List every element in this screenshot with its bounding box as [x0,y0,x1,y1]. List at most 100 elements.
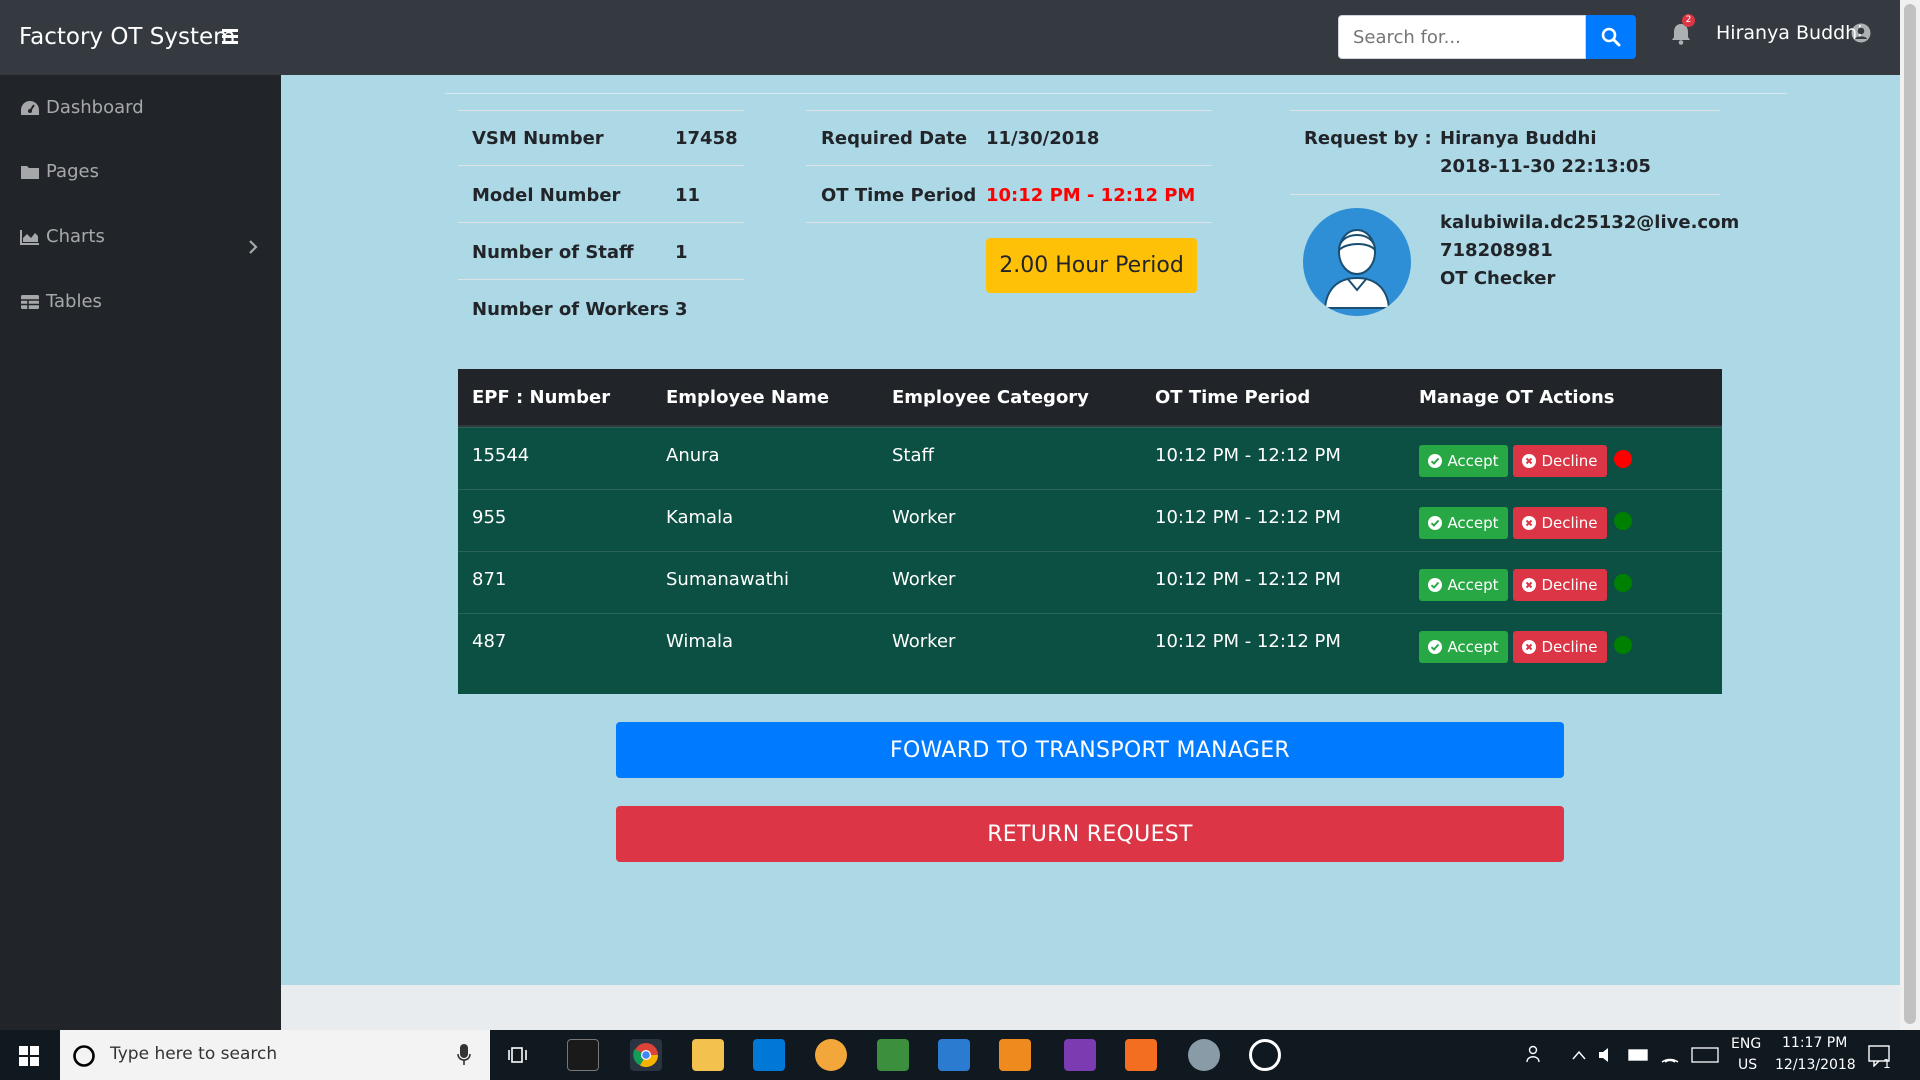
accept-label: Accept [1447,638,1499,656]
file-explorer-app-icon[interactable] [692,1039,724,1071]
check-circle-icon [1428,640,1443,654]
action-center-count: 1 [1883,1057,1891,1071]
people-icon[interactable] [1525,1044,1545,1064]
sidebar-item-dashboard[interactable]: Dashboard [20,97,144,118]
language-region[interactable]: US [1738,1057,1757,1073]
vsm-label: VSM Number [472,128,604,149]
check-circle-icon [1428,454,1443,468]
utility-app-icon[interactable] [1188,1039,1220,1071]
table-row: 871 Sumanawathi Worker 10:12 PM - 12:12 … [458,551,1722,613]
sidebar-item-tables[interactable]: Tables [20,291,102,312]
ot-period-label: OT Time Period [821,185,977,206]
task-view-icon[interactable] [508,1044,530,1066]
forward-to-transport-button[interactable]: FOWARD TO TRANSPORT MANAGER [616,722,1564,778]
page-scrollbar[interactable] [1900,0,1920,1030]
accept-label: Accept [1447,576,1499,594]
divider [458,222,744,223]
language-code[interactable]: ENG [1731,1036,1761,1052]
divider [1290,194,1720,195]
volume-icon[interactable] [1598,1046,1618,1064]
cell-period: 10:12 PM - 12:12 PM [1155,631,1341,652]
cell-period: 10:12 PM - 12:12 PM [1155,445,1341,466]
accept-button[interactable]: Accept [1419,507,1508,539]
return-request-button[interactable]: RETURN REQUEST [616,806,1564,862]
cortana-icon [73,1045,95,1067]
requester-phone: 718208981 [1440,240,1553,261]
cell-name: Anura [666,445,720,466]
clock-time[interactable]: 11:17 PM [1782,1035,1847,1051]
sublime-app-icon[interactable] [999,1039,1031,1071]
chevron-right-icon[interactable] [248,240,258,254]
decline-button[interactable]: Decline [1513,445,1607,477]
paint-app-icon[interactable] [815,1039,847,1071]
wifi-icon[interactable] [1660,1046,1680,1064]
search-icon [1601,27,1621,47]
sidebar-toggle-icon[interactable] [222,29,238,44]
cell-period: 10:12 PM - 12:12 PM [1155,507,1341,528]
decline-label: Decline [1541,514,1598,532]
groove-app-icon[interactable] [1249,1039,1281,1071]
chrome-app-icon[interactable] [630,1039,662,1071]
sidebar-item-charts[interactable]: Charts [20,226,105,247]
status-indicator [1614,636,1632,654]
battery-icon[interactable] [1628,1048,1650,1062]
status-indicator [1614,512,1632,530]
search-input[interactable] [1339,16,1585,58]
taskbar-search-placeholder: Type here to search [110,1044,278,1064]
user-menu-name[interactable]: Hiranya Buddhi [1716,22,1863,44]
avatar [1303,208,1411,316]
decline-button[interactable]: Decline [1513,569,1607,601]
table-header: EPF : Number Employee Name Employee Cate… [458,369,1722,427]
required-date-value: 11/30/2018 [986,128,1100,149]
search-field[interactable] [1338,15,1586,59]
accept-button[interactable]: Accept [1419,631,1508,663]
sidebar-item-label: Dashboard [46,97,144,118]
accept-button[interactable]: Accept [1419,569,1508,601]
xampp-app-icon[interactable] [1125,1039,1157,1071]
keyboard-icon[interactable] [1691,1047,1719,1063]
decline-button[interactable]: Decline [1513,631,1607,663]
microphone-icon[interactable] [457,1044,471,1066]
workers-value: 3 [675,299,688,320]
chevron-up-icon[interactable] [1572,1050,1586,1060]
clock-date[interactable]: 12/13/2018 [1775,1057,1856,1073]
table-row: 15544 Anura Staff 10:12 PM - 12:12 PM Ac… [458,427,1722,489]
col-header-category: Employee Category [892,387,1089,408]
chrome-icon [633,1043,658,1068]
cell-category: Worker [892,631,956,652]
notepad-app-icon[interactable] [877,1039,909,1071]
user-avatar-icon [1323,229,1391,309]
request-by-name: Hiranya Buddhi [1440,128,1597,149]
cell-epf: 487 [472,631,507,652]
onenote-app-icon[interactable] [1064,1039,1096,1071]
staff-label: Number of Staff [472,242,634,263]
accept-label: Accept [1447,514,1499,532]
decline-button[interactable]: Decline [1513,507,1607,539]
hour-period-badge: 2.00 Hour Period [986,238,1197,293]
sidebar-item-pages[interactable]: Pages [20,161,99,182]
cell-period: 10:12 PM - 12:12 PM [1155,569,1341,590]
vscode-app-icon[interactable] [938,1039,970,1071]
request-by-label: Request by : [1304,128,1432,149]
sidebar-item-label: Charts [46,226,105,247]
accept-button[interactable]: Accept [1419,445,1508,477]
scrollbar-thumb[interactable] [1904,4,1916,1024]
table-icon [21,294,39,309]
col-header-epf: EPF : Number [472,387,611,408]
terminal-app-icon[interactable] [567,1039,599,1071]
store-app-icon[interactable] [753,1039,785,1071]
search-button[interactable] [1586,15,1636,59]
times-circle-icon [1522,454,1537,468]
status-indicator [1614,574,1632,592]
cell-category: Staff [892,445,934,466]
col-header-name: Employee Name [666,387,830,408]
times-circle-icon [1522,516,1537,530]
user-circle-icon[interactable] [1851,23,1871,43]
windows-start-icon[interactable] [19,1046,39,1066]
times-circle-icon [1522,578,1537,592]
request-time: 2018-11-30 22:13:05 [1440,156,1651,177]
app-brand[interactable]: Factory OT System [19,24,236,50]
decline-label: Decline [1541,576,1598,594]
footer [281,985,1900,1030]
table-row: 955 Kamala Worker 10:12 PM - 12:12 PM Ac… [458,489,1722,551]
